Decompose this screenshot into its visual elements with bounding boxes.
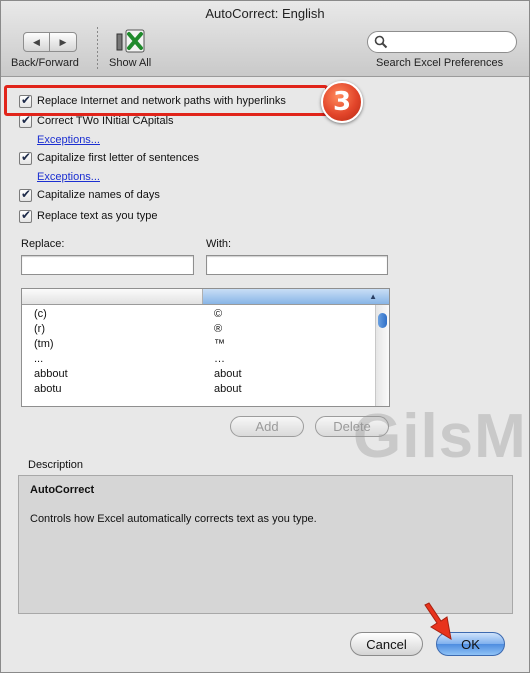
cell-replace: (r) <box>34 323 45 335</box>
cell-with: about <box>214 368 242 380</box>
add-button[interactable]: Add <box>230 416 304 437</box>
column-header-with[interactable]: ▲ <box>203 289 389 304</box>
description-box: AutoCorrect Controls how Excel automatic… <box>18 475 513 614</box>
table-header: ▲ <box>22 289 389 305</box>
replace-input[interactable] <box>22 256 193 274</box>
exceptions-link-1[interactable]: Exceptions... <box>37 134 100 146</box>
autocorrect-window: AutoCorrect: English ◀ ▶ Back/Forward Sh… <box>0 0 530 673</box>
back-forward-control[interactable]: ◀ ▶ <box>23 32 77 52</box>
description-title: AutoCorrect <box>30 484 95 496</box>
search-field[interactable] <box>367 31 517 53</box>
option-label: Correct TWo INitial CApitals <box>37 115 174 127</box>
table-row[interactable]: (r) ® <box>22 322 374 337</box>
excel-show-all-icon <box>116 29 145 53</box>
option-label: Capitalize names of days <box>37 189 160 201</box>
chevron-left-icon: ◀ <box>33 36 40 47</box>
description-text: Controls how Excel automatically correct… <box>30 513 317 525</box>
option-correct-two-initial-capitals[interactable]: Correct TWo INitial CApitals <box>19 113 174 128</box>
cell-replace: abotu <box>34 383 62 395</box>
forward-button[interactable]: ▶ <box>50 33 76 51</box>
window-title: AutoCorrect: English <box>205 6 325 21</box>
red-arrow-icon <box>424 602 452 640</box>
cancel-button[interactable]: Cancel <box>350 632 423 656</box>
replace-field[interactable] <box>21 255 194 275</box>
table-row[interactable]: abotu about <box>22 382 374 397</box>
chevron-right-icon: ▶ <box>59 36 67 47</box>
exceptions-link-2[interactable]: Exceptions... <box>37 171 100 183</box>
autocorrect-table[interactable]: ▲ (c) © (r) ® (tm) ™ ... … abbout about … <box>21 288 390 407</box>
toolbar-separator <box>97 27 98 71</box>
table-row[interactable]: (tm) ™ <box>22 337 374 352</box>
option-replace-text[interactable]: Replace text as you type <box>19 208 158 223</box>
cell-replace: abbout <box>34 368 68 380</box>
with-input[interactable] <box>207 256 387 274</box>
cell-with: © <box>214 308 223 320</box>
table-scrollbar[interactable] <box>375 305 389 406</box>
replace-text-checkbox[interactable] <box>19 208 32 223</box>
with-field[interactable] <box>206 255 388 275</box>
cell-with: ™ <box>214 338 225 350</box>
back-forward-label: Back/Forward <box>11 57 79 69</box>
table-row[interactable]: ... … <box>22 352 374 367</box>
replace-label: Replace: <box>21 238 65 250</box>
search-icon <box>374 35 388 49</box>
back-button[interactable]: ◀ <box>24 33 50 51</box>
cell-with: about <box>214 383 242 395</box>
show-all-button[interactable] <box>115 28 147 56</box>
with-label: With: <box>206 238 232 250</box>
cell-replace: (tm) <box>34 338 54 350</box>
correct-two-capitals-checkbox[interactable] <box>19 113 32 128</box>
table-row[interactable]: abbout about <box>22 367 374 382</box>
step-number-badge: 3 <box>321 81 363 123</box>
toolbar: AutoCorrect: English ◀ ▶ Back/Forward Sh… <box>1 1 529 77</box>
scroll-thumb[interactable] <box>378 313 387 328</box>
option-capitalize-days[interactable]: Capitalize names of days <box>19 187 160 202</box>
show-all-label: Show All <box>109 57 152 69</box>
option-label: Replace text as you type <box>37 210 158 222</box>
option-label: Capitalize first letter of sentences <box>37 152 200 164</box>
search-label: Search Excel Preferences <box>376 57 504 69</box>
table-row[interactable]: (c) © <box>22 307 374 322</box>
option-capitalize-first-letter[interactable]: Capitalize first letter of sentences <box>19 150 200 165</box>
cell-replace: (c) <box>34 308 47 320</box>
watermark: GilsMethod <box>353 402 529 471</box>
search-input[interactable] <box>390 34 510 50</box>
sort-ascending-icon: ▲ <box>369 292 377 301</box>
capitalize-sentences-checkbox[interactable] <box>19 150 32 165</box>
column-header-replace[interactable] <box>22 289 203 304</box>
annotation-highlight-box <box>4 85 328 116</box>
capitalize-days-checkbox[interactable] <box>19 187 32 202</box>
cell-replace: ... <box>34 353 44 365</box>
cell-with: … <box>214 353 225 365</box>
description-label: Description <box>28 459 84 471</box>
cell-with: ® <box>214 323 223 335</box>
